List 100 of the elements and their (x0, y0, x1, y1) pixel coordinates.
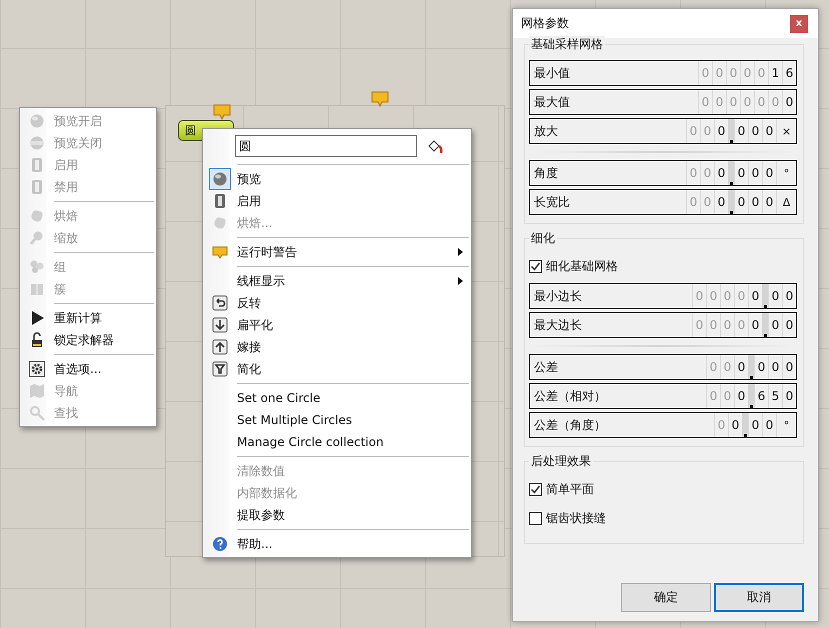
switch-icon (212, 193, 228, 209)
number-field[interactable]: 最小值 0 0 0 0 0 1 6 (529, 60, 797, 86)
unit-label: Δ (776, 190, 796, 214)
menu-item[interactable]: Set one Circle (203, 387, 471, 409)
digit: 0 (706, 313, 720, 337)
field-label: 放大 (533, 122, 558, 140)
digit: 0 (686, 161, 700, 185)
number-field[interactable]: 角度 0 0 0 0 0 0 ° (529, 160, 797, 186)
digit: 0 (706, 355, 720, 379)
menu-item[interactable]: 帮助... (203, 533, 471, 555)
checkbox[interactable] (529, 482, 542, 496)
switch-icon (29, 157, 45, 173)
node-label: 圆 (185, 123, 196, 138)
digit: 0 (712, 90, 726, 114)
menu-item[interactable]: 嫁接 (203, 336, 471, 358)
number-field[interactable]: 长宽比 0 0 0 0 0 0 Δ (529, 189, 797, 215)
menu-item[interactable]: 预览 (203, 168, 471, 190)
digit: 0 (706, 384, 720, 408)
menu-item[interactable]: 简化 (203, 358, 471, 380)
group-title: 基础采样网格 (529, 36, 605, 53)
field-label: 角度 (533, 164, 558, 182)
digit: 0 (754, 90, 768, 114)
down-arrow-icon (212, 317, 228, 333)
menu-item[interactable]: 锁定求解器 (20, 329, 156, 351)
menu-item[interactable]: 启用 (203, 190, 471, 212)
number-field[interactable]: 最小边长 0 0 0 0 0 0 0 (529, 283, 797, 309)
blob-icon (212, 215, 228, 231)
digit: 0 (720, 313, 734, 337)
menu-item[interactable]: 运行时警告 (203, 241, 471, 263)
group-icon (29, 259, 45, 275)
menu-item[interactable]: Manage Circle collection (203, 431, 471, 453)
sphere-icon (29, 113, 45, 129)
menu-item[interactable]: 线框显示 (203, 270, 471, 292)
unit-label: × (776, 119, 796, 143)
field-label: 最大值 (533, 94, 570, 110)
digit: 0 (726, 90, 740, 114)
digit: 0 (768, 355, 782, 379)
name-field[interactable]: 圆 (235, 135, 417, 157)
digit: 0 (782, 90, 796, 114)
field-label: 公差（角度） (533, 416, 606, 434)
digit: 6 (754, 384, 768, 408)
search-icon (29, 405, 45, 421)
number-field[interactable]: 放大 0 0 0 0 0 0 × (529, 118, 797, 144)
digit: 0 (782, 384, 796, 408)
digit: 0 (740, 90, 754, 114)
unit-label: ° (776, 161, 796, 185)
number-field[interactable]: 最大值 0 0 0 0 0 0 0 (529, 89, 797, 115)
sphere-icon (212, 171, 228, 187)
field-label: 最小值 (533, 64, 570, 82)
switch-icon (29, 179, 45, 195)
speech-bubble-icon (212, 244, 228, 260)
digit: 0 (768, 90, 782, 114)
funnel-icon (212, 361, 228, 377)
map-icon (29, 383, 45, 399)
checkbox[interactable] (529, 512, 542, 524)
digit: 0 (748, 119, 762, 143)
speech-bubble-icon (213, 104, 231, 121)
undo-icon (212, 295, 228, 311)
number-field[interactable]: 公差（相对） 0 0 0 6 5 0 (529, 383, 797, 409)
close-button[interactable]: x (790, 14, 808, 32)
digit: 0 (700, 190, 714, 214)
number-field[interactable]: 公差 0 0 0 0 0 0 (529, 354, 797, 380)
checkbox[interactable] (529, 260, 542, 272)
dialog-button[interactable]: 确定 (621, 583, 711, 612)
digit: 0 (740, 61, 754, 85)
magnifier-icon (29, 230, 45, 246)
digit: 0 (700, 119, 714, 143)
digit: 0 (748, 161, 762, 185)
digit: 0 (720, 284, 734, 308)
menu-item[interactable]: 反转 (203, 292, 471, 314)
digit: 0 (720, 384, 734, 408)
sphere-icon (29, 135, 45, 151)
menu-item[interactable]: Set Multiple Circles (203, 409, 471, 431)
box-icon (29, 281, 45, 297)
digit: 0 (734, 161, 748, 185)
menu-item[interactable]: 提取参数 (203, 504, 471, 526)
digit: 0 (734, 313, 748, 337)
menu-item[interactable]: 重新计算 (20, 307, 156, 329)
digit: 0 (734, 284, 748, 308)
number-field[interactable]: 最大边长 0 0 0 0 0 0 0 (529, 312, 797, 338)
group-title: 后处理效果 (529, 453, 593, 470)
number-field[interactable]: 公差（角度） 0 0 0 0 ° (529, 412, 797, 438)
dialog-button[interactable]: 取消 (714, 583, 804, 612)
digit: 6 (782, 61, 796, 85)
digit: 5 (768, 384, 782, 408)
paint-bucket-icon[interactable] (427, 138, 443, 154)
digit: 0 (768, 284, 782, 308)
digit: 0 (768, 313, 782, 337)
digit: 1 (768, 61, 782, 85)
digit: 0 (762, 413, 776, 437)
menu-item[interactable]: 扁平化 (203, 314, 471, 336)
checkbox-label: 细化基础网格 (546, 258, 618, 274)
menu-item[interactable]: 首选项... (20, 358, 156, 380)
digit: 0 (726, 61, 740, 85)
digit: 0 (686, 119, 700, 143)
digit: 0 (762, 119, 776, 143)
field-label: 最小边长 (533, 288, 582, 304)
speech-bubble-icon (371, 91, 389, 108)
digit: 0 (782, 284, 796, 308)
up-arrow-icon (212, 339, 228, 355)
